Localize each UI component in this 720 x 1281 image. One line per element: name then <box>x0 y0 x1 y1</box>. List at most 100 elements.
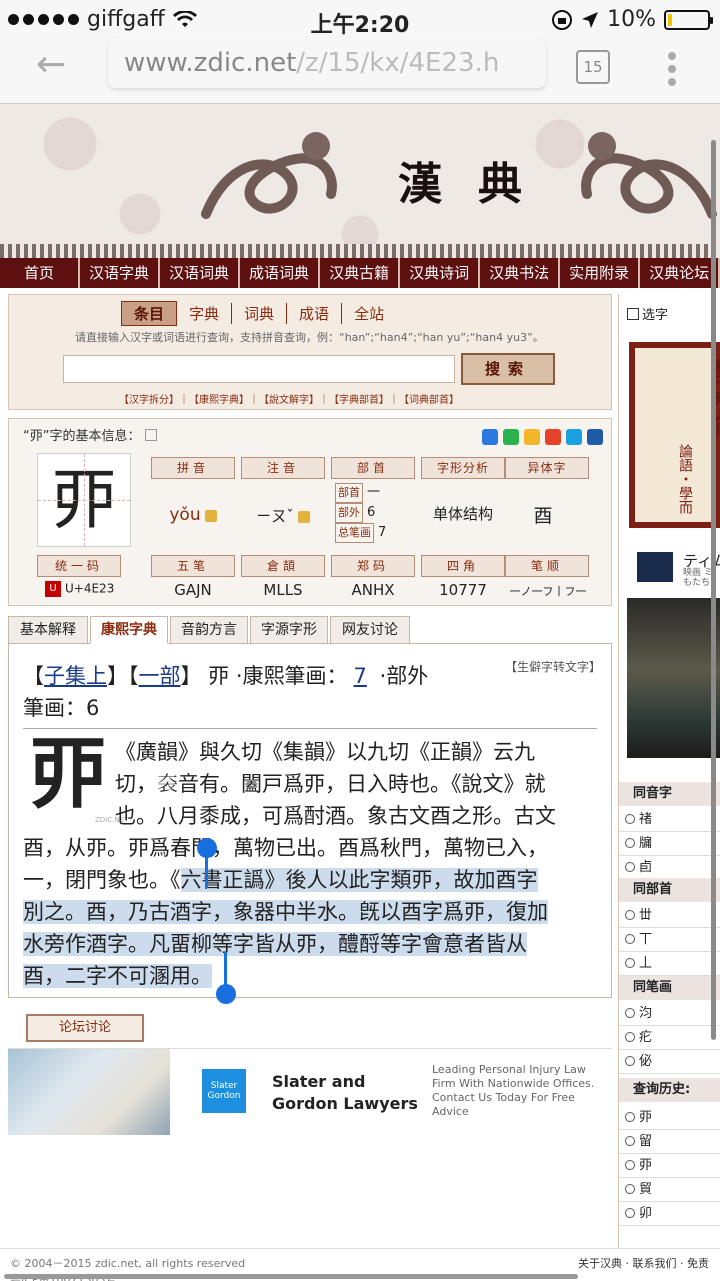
list-item[interactable]: 丗 <box>619 904 720 928</box>
copyright-text: © 2004－2015 zdic.net, all rights reserve… <box>10 1257 246 1270</box>
address-bar[interactable]: www.zdic.net/z/15/kx/4E23.h <box>108 38 546 88</box>
wechat-icon[interactable] <box>503 429 519 445</box>
location-icon <box>582 11 599 28</box>
link-strokes[interactable]: 7 <box>354 664 367 688</box>
nav-item[interactable]: 汉语字典 <box>80 258 161 288</box>
qzone-icon[interactable] <box>524 429 540 445</box>
kangxi-text: 《廣韻》與久切《集韻》以九切《正韻》云九 切，𡘚音有。闔戸爲丣，日入時也。《說文… <box>23 736 603 992</box>
tab-basic[interactable]: 基本解释 <box>8 616 88 644</box>
share-plus-icon[interactable] <box>482 429 498 445</box>
nav-item[interactable]: 成语词典 <box>240 258 321 288</box>
list-item[interactable]: 丣 <box>619 1106 720 1130</box>
nav-item[interactable]: 汉语词典 <box>160 258 241 288</box>
link-zi-ji[interactable]: 子集上 <box>44 664 107 688</box>
list-item[interactable]: 貿 <box>619 1178 720 1202</box>
homophone-heading: 同音字 <box>619 782 720 806</box>
selection-start-caret <box>205 854 208 888</box>
renren-icon[interactable] <box>587 429 603 445</box>
forum-discussion-button[interactable]: 论坛讨论 <box>26 1014 144 1042</box>
search-hint: 请直接输入汉字或词语进行查询，支持拼音查询，例：“han”;“han4”;“ha… <box>75 331 544 344</box>
back-arrow-icon[interactable]: ← <box>36 44 66 85</box>
list-item[interactable]: 丅 <box>619 928 720 952</box>
search-tabs: 条目 字典 词典 成语 全站 <box>121 301 396 326</box>
selection-end-caret <box>224 952 227 986</box>
text-line: 一，閉門象也。《六書正譌》後人以此字類丣，故加酉字 <box>23 868 538 892</box>
search-input[interactable] <box>63 355 455 383</box>
search-tab[interactable]: 条目 <box>121 301 178 326</box>
site-banner: 漢典 <box>0 104 720 258</box>
calligraphy-scroll[interactable]: 論語・學而 悬不知人也 <box>629 342 720 528</box>
ad-logo: Slater Gordon <box>202 1069 246 1113</box>
divider <box>23 728 597 729</box>
search-tab[interactable]: 全站 <box>341 303 396 324</box>
video-ad[interactable] <box>627 598 720 758</box>
nav-item[interactable]: 首页 <box>0 258 81 288</box>
tab-count-button[interactable]: 15 <box>576 50 610 84</box>
list-item[interactable]: 卯 <box>619 1202 720 1226</box>
search-shortcut-links[interactable]: 【汉字拆分】｜【康熙字典】｜【說文解字】｜【字典部首】｜【词典部首】 <box>119 391 459 406</box>
browser-toolbar: ← www.zdic.net/z/15/kx/4E23.h 15 <box>0 38 720 104</box>
text-line: 《廣韻》與久切《集韻》以九切《正韻》云九 <box>115 740 535 764</box>
search-tab[interactable]: 成语 <box>286 303 341 324</box>
selected-text: 水旁作酒字。凡畱柳等字皆从丣，醴酹等字會意者皆从 <box>23 932 527 956</box>
text-line: 也。八月黍成，可爲酎酒。象古文酉之形。古文 <box>115 804 556 828</box>
tab-origin[interactable]: 字源字形 <box>250 616 328 644</box>
list-item[interactable]: 禇 <box>619 808 720 832</box>
nav-item[interactable]: 汉典古籍 <box>320 258 401 288</box>
unicode-value: U U+4E23 <box>45 581 135 597</box>
copy-icon[interactable] <box>144 429 157 441</box>
same-radical-heading: 同部首 <box>619 878 720 902</box>
same-strokes-heading: 同笔画 <box>619 976 720 1000</box>
zhuyin-value: ㄧㄡˇ <box>241 505 325 526</box>
rotation-lock-icon <box>552 9 573 30</box>
list-item[interactable]: 疕 <box>619 1026 720 1050</box>
list-item[interactable]: 丄 <box>619 952 720 976</box>
nav-item[interactable]: 汉典书法 <box>480 258 561 288</box>
more-menu-icon[interactable] <box>668 52 678 91</box>
tab-rhyme[interactable]: 音韵方言 <box>170 616 248 644</box>
battery-icon <box>664 9 713 30</box>
tab-kangxi[interactable]: 康熙字典 <box>90 616 168 644</box>
list-item[interactable]: 留 <box>619 1130 720 1154</box>
weibo-icon[interactable] <box>545 429 561 445</box>
structure-value: 单体结构 <box>432 505 493 523</box>
speaker-icon[interactable] <box>297 510 310 523</box>
label-variant: 异体字 <box>505 457 589 479</box>
horizontal-scrollbar[interactable] <box>4 1274 578 1279</box>
cangjie-value: MLLS <box>263 581 303 599</box>
speaker-icon[interactable] <box>204 509 217 522</box>
convert-rare-char-link[interactable]: 【生僻字转文字】 <box>505 658 601 675</box>
ad-name: Slater and Gordon Lawyers <box>272 1072 418 1113</box>
search-tab[interactable]: 词典 <box>231 303 286 324</box>
text-line: 別之。酉，乃古酒字，象器中半水。旣以酉字爲丣，復加 <box>23 896 603 928</box>
nav-item[interactable]: 实用附录 <box>560 258 641 288</box>
search-button[interactable]: 搜索 <box>461 353 555 385</box>
nav-item[interactable]: 汉典诗词 <box>400 258 481 288</box>
list-item[interactable]: 佖 <box>619 1050 720 1074</box>
right-sidebar: 选字 論語・學而 悬不知人也 ティム 映画 ミ もたち 同音字 禇 牖 卣 同部… <box>618 294 720 1248</box>
list-item[interactable]: 汮 <box>619 1002 720 1026</box>
list-item[interactable]: 丣 <box>619 1154 720 1178</box>
variant-value[interactable]: 酉 <box>501 501 585 528</box>
advertisement[interactable]: Slater Gordon Slater and Gordon Lawyers … <box>8 1048 612 1135</box>
zhengma-value: ANHX <box>351 581 395 599</box>
tab-discussion[interactable]: 网友讨论 <box>330 616 410 644</box>
search-tab[interactable]: 字典 <box>177 303 231 324</box>
label-zhuyin: 注音 <box>241 457 325 479</box>
footer-links[interactable]: 关于汉典 · 联系我们 · 免责 <box>578 1255 709 1271</box>
list-item[interactable]: 牖 <box>619 832 720 856</box>
selection-end-handle[interactable] <box>216 984 236 1004</box>
qq-icon[interactable] <box>566 429 582 445</box>
site-logo-title[interactable]: 漢典 <box>398 148 558 212</box>
label-zhengma: 郑码 <box>331 555 415 577</box>
nav-item[interactable]: 汉典论坛 <box>640 258 720 288</box>
main-nav: 首页汉语字典汉语词典成语词典汉典古籍汉典诗词汉典书法实用附录汉典论坛关于 <box>0 258 720 288</box>
link-yi-bu[interactable]: 一部 <box>139 664 181 688</box>
info-title: “丣”字的基本信息： <box>23 425 157 444</box>
dragon-left-icon <box>201 132 337 219</box>
label-bishun: 笔顺 <box>505 555 589 577</box>
text-line: 酉，从丣。丣爲春門，萬物已出。酉爲秋門，萬物已入， <box>23 836 548 860</box>
vertical-scrollbar[interactable] <box>711 140 716 1040</box>
sidebar-heading: 选字 <box>627 304 668 323</box>
list-item[interactable]: 卣 <box>619 856 720 880</box>
